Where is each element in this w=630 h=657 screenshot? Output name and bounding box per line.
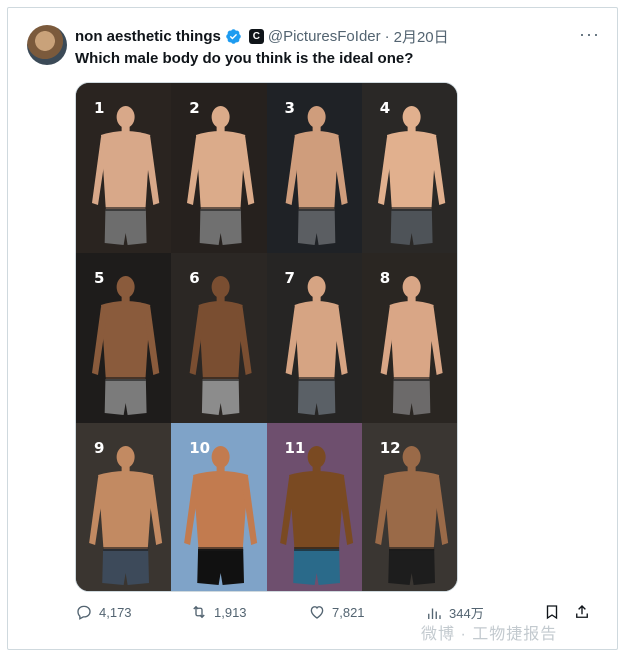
like-button[interactable]: 7,821 — [308, 603, 365, 621]
reply-count: 4,173 — [99, 604, 132, 620]
panel-number: 10 — [189, 439, 211, 457]
photo-panel: 10 — [171, 423, 267, 591]
panel-number: 1 — [94, 99, 105, 117]
reply-button[interactable]: 4,173 — [75, 603, 132, 621]
photo-panel: 6 — [171, 253, 267, 423]
share-icon — [576, 605, 588, 618]
photo-panel: 4 — [361, 83, 457, 253]
affiliate-badge-icon: C — [248, 29, 264, 44]
figure-illustration — [374, 446, 448, 585]
photo-panel: 1 — [76, 83, 172, 253]
figure-illustration — [285, 106, 348, 245]
photo-panel: 12 — [361, 423, 457, 591]
retweet-button[interactable]: 1,913 — [190, 603, 247, 621]
figure-illustration — [187, 106, 255, 245]
photo-panel: 3 — [266, 83, 362, 253]
tweet-date[interactable]: 2月20日 — [394, 26, 449, 47]
figure-illustration — [377, 106, 446, 245]
tweet-text: Which male body do you think is the idea… — [75, 50, 414, 67]
panel-number: 3 — [284, 99, 295, 117]
like-count: 7,821 — [332, 604, 365, 620]
photo-panel: 9 — [76, 423, 172, 591]
panel-number: 6 — [189, 269, 200, 287]
author-handle[interactable]: @PicturesFoIder — [268, 28, 381, 45]
share-button[interactable] — [573, 603, 591, 621]
watermark: 微博 · 工物捷报告 — [421, 626, 558, 643]
photo-grid: 1 2 3 4 5 6 7 8 9 10 11 12 — [76, 83, 457, 591]
panel-number: 8 — [379, 269, 391, 287]
bookmark-button[interactable] — [543, 603, 561, 621]
photo-panel: 8 — [361, 253, 457, 423]
tweet-media[interactable]: 1 2 3 4 5 6 7 8 9 10 11 12 — [75, 82, 458, 592]
figure-illustration — [380, 276, 443, 415]
photo-panel: 11 — [266, 423, 362, 591]
verified-badge-icon — [225, 28, 242, 45]
figure-illustration — [89, 446, 163, 585]
panel-number: 11 — [284, 439, 306, 457]
retweet-count: 1,913 — [214, 604, 247, 620]
bookmark-icon — [546, 605, 558, 620]
panel-number: 12 — [379, 439, 401, 457]
panel-number: 2 — [189, 99, 200, 117]
tweet-header: non aesthetic things C @PicturesFoIder ·… — [75, 26, 449, 47]
avatar[interactable] — [27, 25, 67, 65]
panel-number: 9 — [94, 439, 105, 457]
panel-number: 7 — [284, 269, 295, 287]
figure-illustration — [285, 276, 348, 415]
photo-panel: 5 — [76, 253, 172, 423]
figure-illustration — [91, 276, 160, 415]
author-name[interactable]: non aesthetic things — [75, 28, 221, 45]
photo-panel: 7 — [266, 253, 362, 423]
figure-illustration — [91, 106, 160, 245]
figure-illustration — [184, 446, 258, 585]
separator-dot: · — [384, 28, 390, 45]
panel-number: 4 — [379, 99, 391, 117]
more-options-icon[interactable]: ··· — [579, 24, 600, 45]
reply-icon — [77, 605, 91, 620]
views-icon — [428, 608, 441, 619]
figure-illustration — [189, 276, 252, 415]
photo-panel: 2 — [171, 83, 267, 253]
figure-illustration — [279, 446, 353, 585]
heart-icon — [310, 606, 324, 619]
panel-number: 5 — [94, 269, 105, 287]
retweet-icon — [193, 605, 205, 619]
